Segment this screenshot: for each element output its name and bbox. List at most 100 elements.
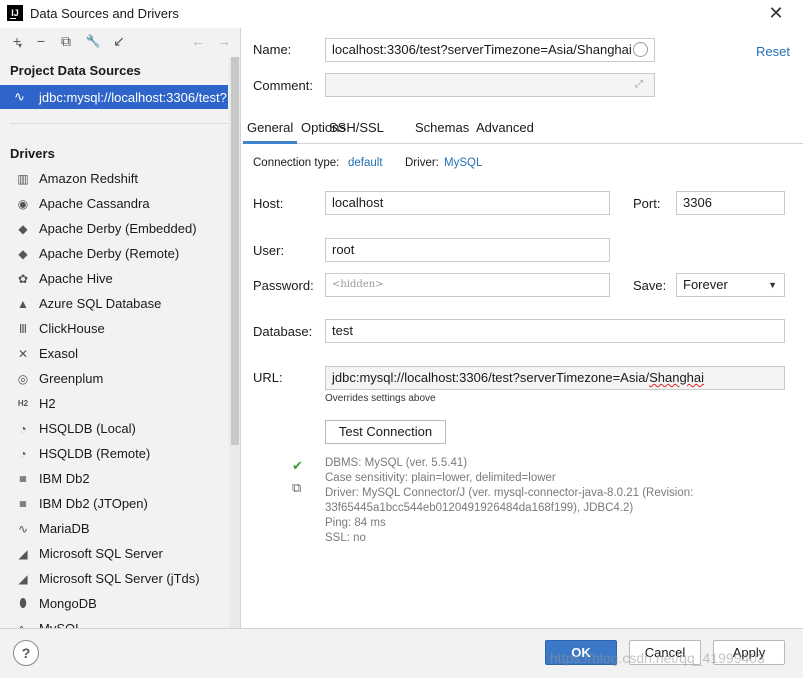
driver-label: IBM Db2 (JTOpen): [39, 496, 148, 511]
driver-label: H2: [39, 396, 56, 411]
driver-icon: ∿: [17, 521, 29, 536]
driver-item[interactable]: ◆ Apache Derby (Embedded): [0, 216, 228, 241]
copy-icon[interactable]: ⧉: [292, 480, 301, 496]
url-label: URL:: [253, 370, 283, 385]
driver-icon: Ⅲ: [18, 321, 28, 336]
name-value: localhost:3306/test?serverTimezone=Asia/…: [332, 42, 632, 57]
expand-icon[interactable]: ⤢: [635, 79, 643, 90]
close-icon[interactable]: ✕: [764, 2, 788, 24]
comment-input[interactable]: [325, 73, 655, 97]
sidebar-scrollbar[interactable]: [229, 57, 240, 628]
driver-item[interactable]: ✿ Apache Hive: [0, 266, 228, 291]
save-select[interactable]: Forever ▼: [676, 273, 785, 297]
back-arrow-icon[interactable]: ←: [189, 32, 207, 50]
driver-label: Driver:: [405, 157, 439, 169]
driver-item[interactable]: ▦ IBM Db2 (JTOpen): [0, 491, 228, 516]
help-button[interactable]: ?: [13, 640, 39, 666]
driver-icon: ▦: [19, 474, 27, 483]
driver-item[interactable]: ∿ MariaDB: [0, 516, 228, 541]
mysql-dolphin-icon: ∿: [14, 89, 25, 104]
tab-bar: General Options SSH/SSL Schemas Advanced: [242, 116, 803, 144]
tab-advanced[interactable]: Advanced: [472, 116, 538, 144]
tab-ssh-ssl[interactable]: SSH/SSL: [325, 116, 388, 144]
driver-item[interactable]: ◢ Microsoft SQL Server (jTds): [0, 566, 228, 591]
driver-icon: ◢: [18, 546, 28, 561]
driver-icon: ◎: [17, 371, 29, 386]
name-input[interactable]: localhost:3306/test?serverTimezone=Asia/…: [325, 38, 655, 62]
password-value: <hidden>: [332, 279, 384, 290]
title-bar: IJ Data Sources and Drivers ✕: [0, 0, 803, 28]
add-dropdown-icon[interactable]: ▾: [16, 37, 24, 55]
intellij-app-icon: IJ: [7, 5, 23, 21]
driver-item[interactable]: ▥ Amazon Redshift: [0, 166, 228, 191]
user-input[interactable]: root: [325, 238, 610, 262]
watermark-text: https://blog.csdn.net/qq_41999403: [550, 650, 765, 666]
driver-icon: ⬮: [19, 596, 27, 610]
window-title: Data Sources and Drivers: [30, 6, 179, 21]
port-input[interactable]: 3306: [676, 191, 785, 215]
password-input[interactable]: <hidden>: [325, 273, 610, 297]
driver-label: Microsoft SQL Server (jTds): [39, 571, 200, 586]
driver-item[interactable]: ⬮ MongoDB: [0, 591, 228, 616]
driver-item[interactable]: ▲ Azure SQL Database: [0, 291, 228, 316]
driver-item[interactable]: ∿MySQL: [0, 616, 228, 628]
drivers-list: ▥ Amazon Redshift ◉ Apache Cassandra ◆ Apache…: [0, 166, 228, 628]
driver-label: Azure SQL Database: [39, 296, 162, 311]
drivers-heading: Drivers: [10, 146, 55, 161]
user-label: User:: [253, 243, 285, 258]
name-color-icon[interactable]: [633, 42, 648, 57]
driver-link[interactable]: MySQL: [444, 157, 482, 169]
port-label: Port:: [633, 196, 661, 211]
wrench-icon[interactable]: 🔧: [84, 32, 102, 50]
tab-schemas[interactable]: Schemas: [411, 116, 473, 144]
driver-item[interactable]: ◉ Apache Cassandra: [0, 191, 228, 216]
driver-icon: ◔: [19, 421, 27, 436]
remove-icon[interactable]: −: [32, 32, 50, 50]
result-line: 33f65445a1bcc544eb0120491926484da168f199…: [325, 502, 634, 514]
url-hint: Overrides settings above: [325, 393, 436, 404]
result-line: Ping: 84 ms: [325, 517, 386, 529]
driver-label: Apache Cassandra: [39, 196, 150, 211]
save-value: Forever: [683, 277, 728, 292]
url-input[interactable]: jdbc:mysql://localhost:3306/test?serverT…: [325, 366, 785, 390]
driver-item[interactable]: H2 H2: [0, 391, 228, 416]
driver-icon: ▥: [17, 171, 29, 186]
driver-item[interactable]: ◎ Greenplum: [0, 366, 228, 391]
driver-item[interactable]: ◔ HSQLDB (Remote): [0, 441, 228, 466]
driver-item[interactable]: ◔ HSQLDB (Local): [0, 416, 228, 441]
driver-item[interactable]: ◢ Microsoft SQL Server: [0, 541, 228, 566]
data-source-item-selected[interactable]: ∿ jdbc:mysql://localhost:3306/test?: [0, 85, 228, 109]
duplicate-icon[interactable]: ⧉: [57, 32, 75, 50]
driver-label: Greenplum: [39, 371, 104, 386]
driver-icon: H2: [17, 399, 29, 408]
forward-arrow-icon[interactable]: →: [215, 32, 233, 50]
data-source-label: jdbc:mysql://localhost:3306/test?: [39, 89, 227, 105]
result-line: Driver: MySQL Connector/J (ver. mysql-co…: [325, 487, 694, 499]
port-value: 3306: [683, 195, 712, 210]
driver-label: Exasol: [39, 346, 79, 361]
driver-icon: ◢: [18, 571, 28, 586]
password-label: Password:: [253, 278, 314, 293]
test-connection-button[interactable]: Test Connection: [325, 420, 446, 444]
driver-item[interactable]: ▦ IBM Db2: [0, 466, 228, 491]
connection-type-label: Connection type:: [253, 157, 340, 169]
sidebar-scroll-thumb[interactable]: [231, 57, 239, 445]
host-input[interactable]: localhost: [325, 191, 610, 215]
driver-label: Apache Derby (Remote): [39, 246, 180, 261]
tab-general[interactable]: General: [243, 116, 298, 144]
connection-result: DBMS: MySQL (ver. 5.5.41) Case sensitivi…: [325, 456, 745, 546]
connection-type-link[interactable]: default: [348, 157, 383, 169]
import-icon[interactable]: ↙: [110, 32, 128, 50]
database-input[interactable]: test: [325, 319, 785, 343]
driver-item[interactable]: Ⅲ ClickHouse: [0, 316, 228, 341]
success-check-icon: ✔: [292, 458, 303, 473]
driver-item[interactable]: ◆ Apache Derby (Remote): [0, 241, 228, 266]
database-label: Database:: [253, 324, 313, 339]
driver-label: Apache Hive: [39, 271, 113, 286]
driver-icon: ✿: [17, 271, 29, 286]
reset-link[interactable]: Reset: [756, 44, 790, 59]
driver-label: HSQLDB (Local): [39, 421, 136, 436]
driver-item[interactable]: ✕ Exasol: [0, 341, 228, 366]
result-line: SSL: no: [325, 532, 366, 544]
driver-icon: ▲: [17, 296, 29, 311]
